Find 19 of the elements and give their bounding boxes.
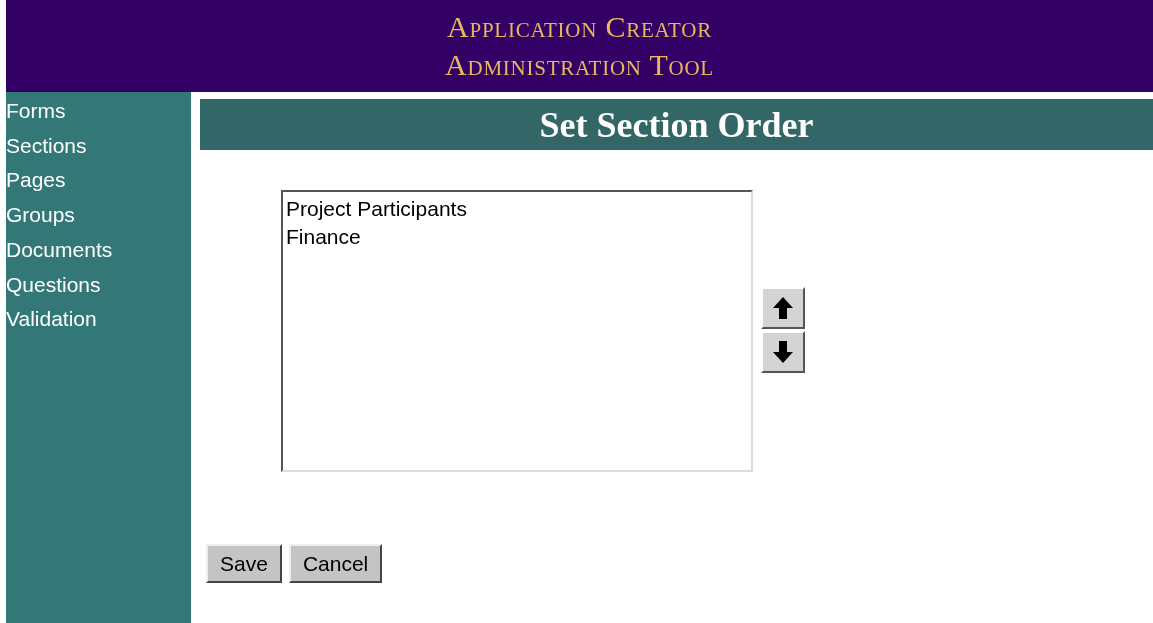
app-title: Application Creator (447, 9, 712, 45)
cancel-button[interactable]: Cancel (288, 544, 383, 583)
list-option[interactable]: Project Participants (286, 195, 467, 223)
sidebar-link[interactable]: Validation (6, 302, 97, 337)
move-up-button[interactable] (761, 287, 805, 329)
sidebar-link[interactable]: Forms (6, 94, 66, 129)
list-option[interactable]: Finance (286, 223, 361, 251)
move-down-button[interactable] (761, 331, 805, 373)
arrow-up-icon (772, 296, 794, 320)
arrow-down-icon (772, 340, 794, 364)
section-listbox[interactable]: Project Participants Finance (281, 190, 753, 472)
sidebar-link[interactable]: Questions (6, 267, 101, 303)
app-title: Administration Tool (445, 47, 714, 83)
sidebar-link[interactable]: Pages (6, 163, 66, 199)
page-title: Set Section Order (539, 103, 814, 147)
sidebar-link[interactable]: Documents (6, 232, 113, 268)
sidebar-link[interactable]: Sections (6, 128, 87, 164)
sidebar-link[interactable]: Groups (6, 198, 75, 233)
save-button[interactable]: Save (206, 544, 282, 583)
